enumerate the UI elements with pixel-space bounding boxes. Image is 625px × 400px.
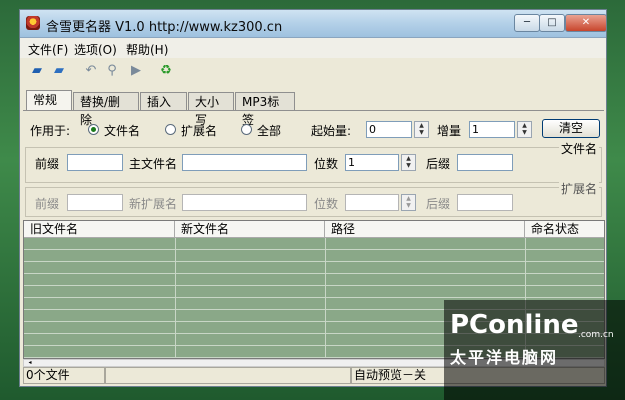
increment-input[interactable]: 1 — [469, 121, 515, 138]
fn-digits-input[interactable]: 1 — [345, 154, 399, 171]
extension-group-title: 扩展名 — [558, 180, 599, 197]
tab-general[interactable]: 常规 — [26, 90, 72, 111]
tab-replace-delete[interactable]: 替换/删除 — [73, 92, 139, 127]
radio-filename-label: 文件名 — [104, 124, 141, 138]
tab-mp3-tags[interactable]: MP3标签 — [235, 92, 295, 127]
tab-bar: 常规 替换/删除 插入 大小写 MP3标签 — [26, 90, 606, 127]
fn-prefix-input[interactable] — [67, 154, 123, 171]
open-folder-icon[interactable]: ▰ — [29, 63, 45, 79]
fn-main-input[interactable] — [182, 154, 307, 171]
toolbar: ▰ ▰ ↶ ⚲ ▶ ♻ — [20, 60, 606, 82]
ext-digits-spinner[interactable]: ▲ ▼ — [401, 194, 416, 211]
filename-group-title: 文件名 — [558, 140, 599, 157]
menu-options[interactable]: 选项(O) — [74, 41, 117, 58]
ext-prefix-label: 前缀 — [35, 197, 60, 211]
ext-prefix-input[interactable] — [67, 194, 123, 211]
play-icon[interactable]: ▶ — [128, 63, 144, 79]
general-panel: 作用于: 文件名 扩展名 全部 起始量: 0 ▲ ▼ 增量 1 ▲ ▼ 清空 文件名… — [23, 110, 604, 218]
increment-spinner[interactable]: ▲ ▼ — [517, 121, 532, 138]
watermark-logo: PConline — [450, 310, 579, 340]
recycle-icon[interactable]: ♻ — [158, 63, 174, 79]
table-row — [24, 286, 604, 298]
table-row — [24, 274, 604, 286]
fn-digits-label: 位数 — [314, 157, 339, 171]
start-input[interactable]: 0 — [366, 121, 412, 138]
col-path[interactable]: 路径 — [325, 221, 525, 238]
title-bar[interactable]: 含雪更名器 V1.0 http://www.kz300.cn ─ □ ✕ — [20, 10, 606, 38]
maximize-button[interactable]: □ — [539, 14, 565, 32]
table-row — [24, 250, 604, 262]
status-middle — [105, 367, 351, 384]
open-file-icon[interactable]: ▰ — [51, 63, 67, 79]
watermark-domain: .com.cn — [578, 330, 614, 340]
start-label: 起始量: — [311, 124, 352, 138]
radio-all[interactable] — [241, 124, 252, 135]
tab-insert[interactable]: 插入 — [140, 92, 187, 110]
search-icon[interactable]: ⚲ — [104, 63, 120, 79]
app-icon — [26, 16, 40, 30]
ext-new-label: 新扩展名 — [129, 197, 178, 211]
increment-label: 增量 — [437, 124, 462, 138]
ext-suffix-label: 后缀 — [426, 197, 451, 211]
fn-prefix-label: 前缀 — [35, 157, 60, 171]
fn-suffix-input[interactable] — [457, 154, 513, 171]
menu-file[interactable]: 文件(F) — [28, 41, 68, 58]
fn-digits-spinner[interactable]: ▲ ▼ — [401, 154, 416, 171]
menu-bar: 文件(F) 选项(O) 帮助(H) — [20, 38, 606, 58]
minimize-button[interactable]: ─ — [514, 14, 540, 32]
scroll-left-icon[interactable]: ◂ — [24, 360, 36, 366]
close-button[interactable]: ✕ — [565, 14, 606, 32]
table-row — [24, 262, 604, 274]
pconline-watermark: PConline .com.cn 太平洋电脑网 — [444, 300, 625, 400]
table-row — [24, 238, 604, 250]
apply-to-label: 作用于: — [30, 124, 71, 138]
col-old-name[interactable]: 旧文件名 — [24, 221, 175, 238]
menu-help[interactable]: 帮助(H) — [126, 41, 168, 58]
fn-suffix-label: 后缀 — [426, 157, 451, 171]
tab-case[interactable]: 大小写 — [188, 92, 234, 127]
radio-extension-label: 扩展名 — [181, 124, 218, 138]
ext-digits-label: 位数 — [314, 197, 339, 211]
watermark-subtitle: 太平洋电脑网 — [450, 348, 559, 367]
col-new-name[interactable]: 新文件名 — [175, 221, 325, 238]
ext-new-input[interactable] — [182, 194, 307, 211]
radio-extension[interactable] — [165, 124, 176, 135]
clear-button[interactable]: 清空 — [542, 119, 600, 138]
fn-main-label: 主文件名 — [129, 157, 178, 171]
status-file-count: 0个文件 — [23, 367, 105, 384]
ext-suffix-input[interactable] — [457, 194, 513, 211]
ext-digits-input[interactable] — [345, 194, 399, 211]
start-spinner[interactable]: ▲ ▼ — [414, 121, 429, 138]
radio-filename[interactable] — [88, 124, 99, 135]
col-status[interactable]: 命名状态 — [525, 221, 604, 238]
undo-icon[interactable]: ↶ — [83, 63, 99, 79]
window-title: 含雪更名器 V1.0 http://www.kz300.cn — [46, 20, 283, 35]
radio-all-label: 全部 — [257, 124, 282, 138]
